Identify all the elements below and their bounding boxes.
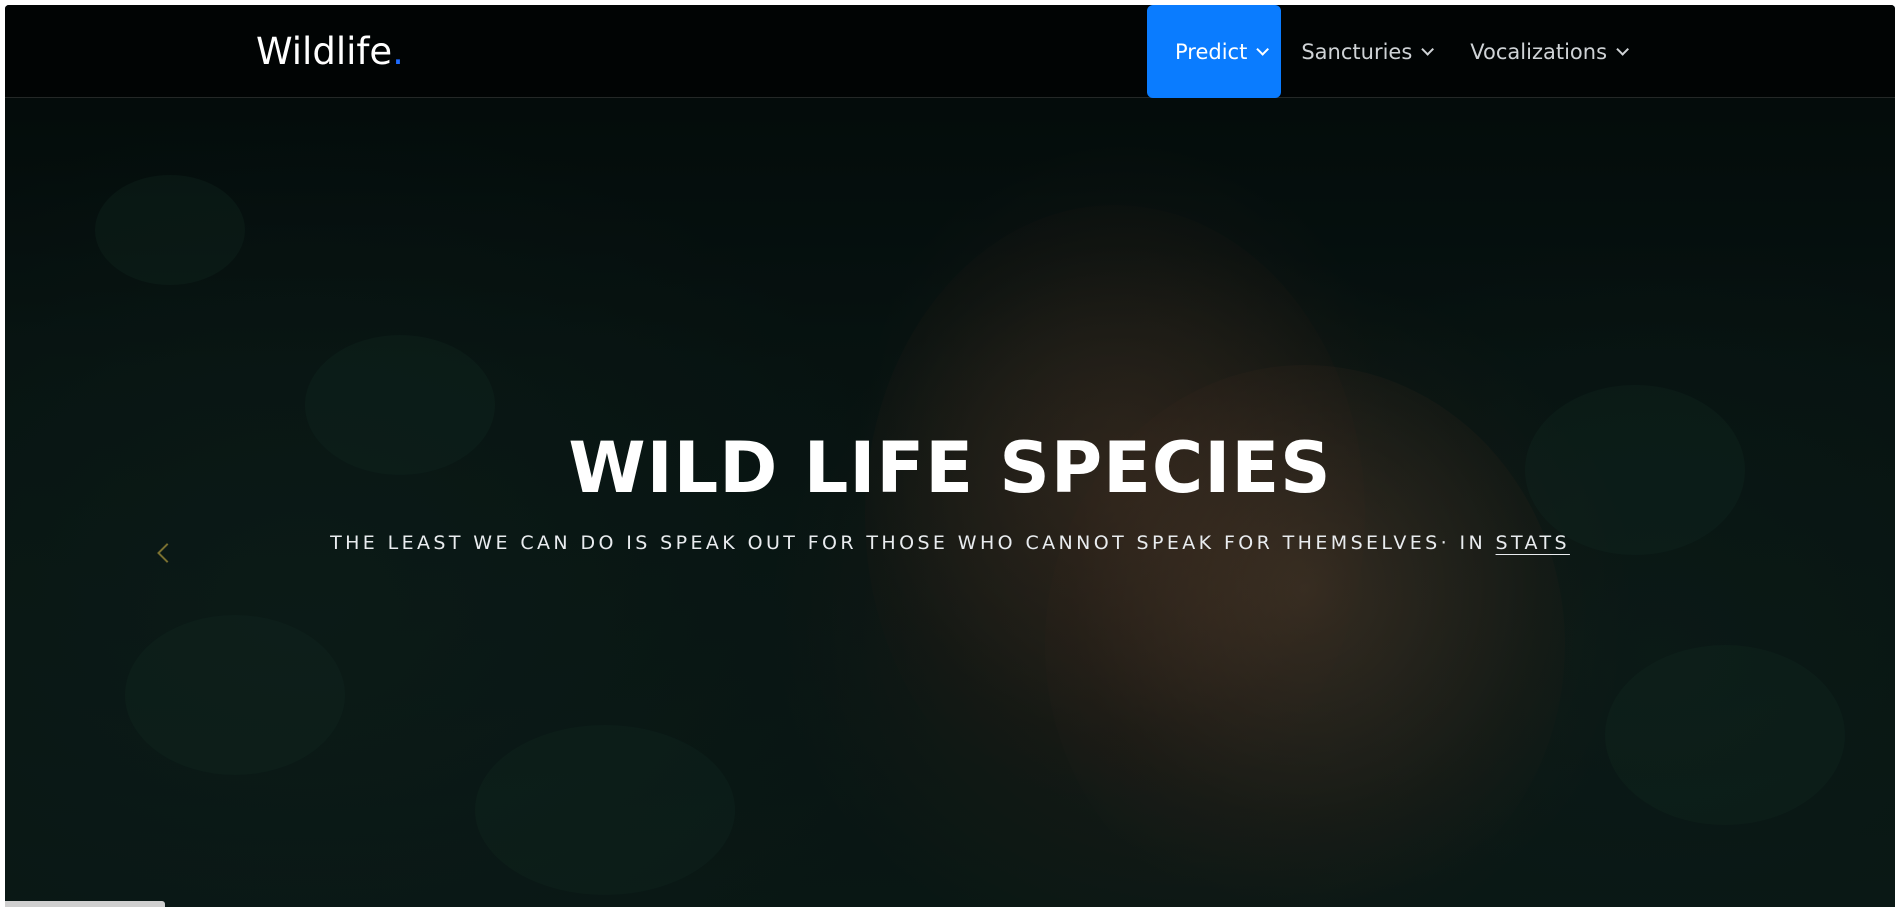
brand-dot: . — [392, 30, 404, 73]
nav-item-label: Predict — [1175, 39, 1248, 64]
nav-item-vocalizations[interactable]: Vocalizations — [1450, 5, 1645, 98]
top-navbar: Wildlife. Predict Sancturies Vocalizatio… — [5, 5, 1895, 98]
horizontal-scrollbar[interactable] — [5, 901, 165, 907]
main-nav: Predict Sancturies Vocalizations — [1147, 5, 1645, 98]
chevron-down-icon — [1256, 43, 1270, 56]
chevron-down-icon — [1421, 43, 1435, 56]
nav-item-label: Vocalizations — [1470, 39, 1608, 64]
nav-item-sancturies[interactable]: Sancturies — [1281, 5, 1450, 98]
hero-title: WILD LIFE SPECIES — [568, 427, 1332, 509]
nav-item-predict[interactable]: Predict — [1147, 5, 1282, 98]
brand-logo[interactable]: Wildlife. — [256, 30, 404, 73]
stats-link[interactable]: STATS — [1496, 532, 1570, 554]
nav-item-label: Sancturies — [1301, 39, 1413, 64]
browser-viewport: Wildlife. Predict Sancturies Vocalizatio… — [5, 5, 1895, 907]
brand-name: Wildlife — [256, 30, 393, 73]
chevron-down-icon — [1616, 43, 1630, 56]
hero-subtitle-text: THE LEAST WE CAN DO IS SPEAK OUT FOR THO… — [330, 532, 1487, 554]
hero-subtitle: THE LEAST WE CAN DO IS SPEAK OUT FOR THO… — [5, 532, 1895, 554]
